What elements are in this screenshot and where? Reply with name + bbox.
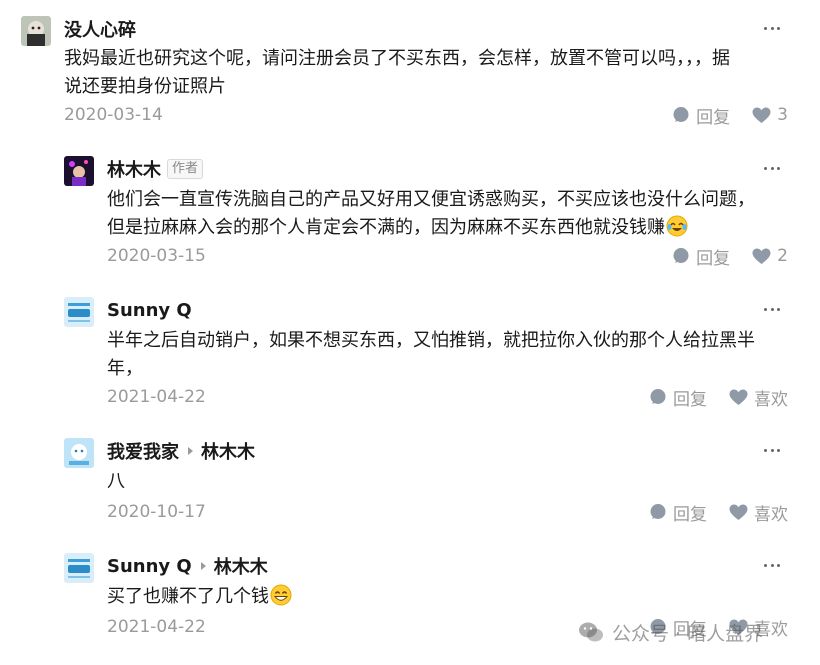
username-text[interactable]: Sunny Q [107,556,192,577]
like-count: 3 [777,105,788,125]
comment-actions: 回复 2 [650,244,788,269]
like-button[interactable]: 喜欢 [729,500,788,525]
reply-label: 回复 [673,504,707,525]
comment-bubble-icon [650,389,666,404]
username[interactable]: Sunny Q 林木木 [107,553,268,579]
comment-text-line: 他们会一直宣传洗脑自己的产品又好用又便宜诱惑购买，不买应该也没什么问题， [107,189,755,210]
comment-bubble-icon [673,107,689,122]
reply-label: 回复 [696,248,731,269]
heart-icon [729,504,748,520]
avatar[interactable] [64,553,94,583]
reply-to-arrow-icon [200,562,206,570]
comment-text-line: 八 [107,471,125,492]
comment-date: 2020-03-15 [107,246,206,266]
username-text[interactable]: 林木木 [107,156,161,182]
grin-emoji [270,584,292,606]
comment-text: 八 [107,468,797,496]
like-button[interactable]: 3 [752,105,788,125]
comment-text: 买了也赚不了几个钱 [107,583,797,611]
avatar[interactable] [64,297,94,327]
reply-button[interactable]: 回复 [672,244,730,269]
like-count: 2 [777,246,788,266]
comment-text-line: 我妈最近也研究这个呢，请问注册会员了不买东西，会怎样，放置不管可以吗，，，据 [64,48,730,69]
heart-icon [752,107,771,123]
username-text[interactable]: 没人心碎 [64,16,136,42]
reply-label: 回复 [673,389,707,410]
comment-text: 我妈最近也研究这个呢，请问注册会员了不买东西，会怎样，放置不管可以吗，，，据 说… [64,45,794,101]
username[interactable]: 林木木 作者 [107,156,204,182]
comment-text: 半年之后自动销户，如果不想买东西，又怕推销，就把拉你入伙的那个人给拉黑半 年， [107,327,797,383]
reply-to-arrow-icon [188,447,193,455]
avatar[interactable] [64,438,94,468]
more-icon[interactable] [764,165,780,171]
like-label: 喜欢 [754,504,788,525]
comment-date: 2021-04-22 [107,617,206,637]
laugh-cry-emoji [666,215,688,237]
like-button[interactable]: 2 [752,246,788,266]
heart-icon [752,248,771,264]
more-icon[interactable] [764,306,780,312]
avatar[interactable] [64,156,94,186]
like-label: 喜欢 [754,389,788,410]
username-text[interactable]: Sunny Q [107,300,192,321]
more-icon[interactable] [764,447,780,453]
comment-text-line: 但是拉麻麻入会的那个人肯定会不满的，因为麻麻不买东西他就没钱赚 [107,214,797,242]
more-icon[interactable] [764,25,780,31]
reply-button[interactable]: 回复 [649,500,707,525]
more-icon[interactable] [764,562,780,568]
comment-date: 2020-03-14 [64,105,163,125]
wechat-icon [579,622,603,642]
avatar[interactable] [21,16,51,46]
heart-icon [729,389,748,405]
comment-text-line: 年， [107,358,143,379]
reply-label: 回复 [696,107,731,128]
watermark: 公众号 · 暗人盘界 [578,618,763,646]
comment-date: 2020-10-17 [107,502,206,522]
comment-actions: 回复 喜欢 [627,385,788,410]
comment-text-line: 买了也赚不了几个钱 [107,583,797,611]
username[interactable]: 我爱我家 林木木 [107,438,255,464]
username-text[interactable]: 我爱我家 [107,438,179,464]
reply-to-username[interactable]: 林木木 [201,438,255,464]
username[interactable]: 没人心碎 [64,16,136,42]
comment-date: 2021-04-22 [107,387,206,407]
comment-text-line: 说还要拍身份证照片 [64,76,226,97]
reply-to-username[interactable]: 林木木 [214,553,268,579]
comment-actions: 回复 喜欢 [627,500,788,525]
like-button[interactable]: 喜欢 [729,385,788,410]
watermark-text: 公众号 · 暗人盘界 [612,622,764,645]
comment-text-line: 半年之后自动销户，如果不想买东西，又怕推销，就把拉你入伙的那个人给拉黑半 [107,330,755,351]
comment-actions: 回复 3 [650,103,788,128]
reply-button[interactable]: 回复 [672,103,730,128]
comment-bubble-icon [673,248,689,263]
reply-button[interactable]: 回复 [649,385,707,410]
comment-bubble-icon [650,504,666,519]
comment-text: 他们会一直宣传洗脑自己的产品又好用又便宜诱惑购买，不买应该也没什么问题， 但是拉… [107,186,797,242]
author-badge: 作者 [167,159,204,179]
username[interactable]: Sunny Q [107,297,192,323]
